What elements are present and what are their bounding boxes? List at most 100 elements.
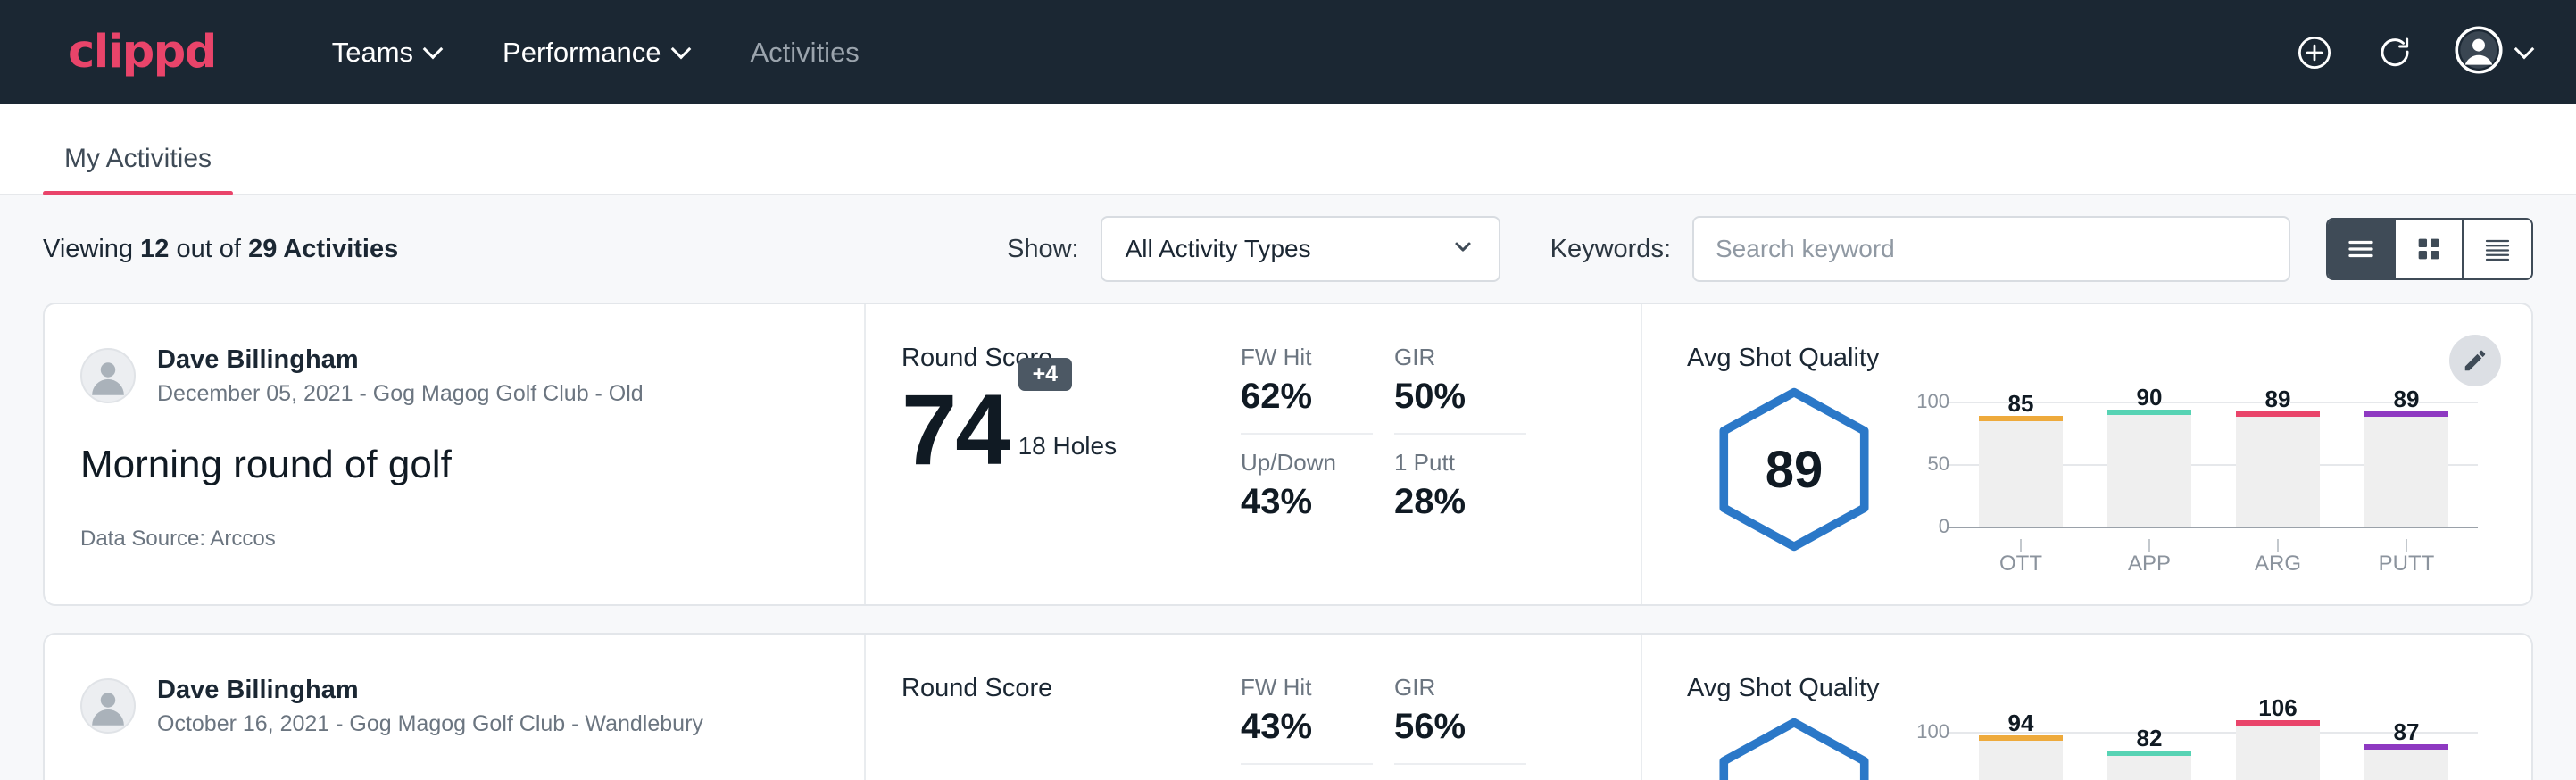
stat-fw-hit: FW Hit 43%: [1241, 674, 1373, 779]
detail-view-button[interactable]: [2464, 220, 2531, 278]
app-header: clippd Teams Performance Activities: [0, 0, 2576, 104]
nav-label-teams: Teams: [332, 37, 413, 69]
nav-item-teams[interactable]: Teams: [302, 28, 472, 78]
stat-label: FW Hit: [1241, 344, 1373, 371]
clippd-logo[interactable]: clippd: [68, 29, 216, 75]
activity-title: Morning round of golf: [80, 443, 828, 487]
activity-data-source: Data Source: Arccos: [80, 527, 828, 552]
activity-type-select[interactable]: All Activity Types: [1101, 216, 1500, 282]
nav-item-performance[interactable]: Performance: [472, 28, 719, 78]
score-to-par-badge: +4: [1018, 358, 1073, 391]
stat-value: 43%: [1241, 482, 1373, 522]
activity-stats: FW Hit 62% GIR 50% Up/Down 43% 1 Putt 28…: [1241, 304, 1642, 604]
bar-value: 89: [2364, 386, 2448, 413]
activities-toolbar: Viewing 12 out of 29 Activities Show: Al…: [43, 195, 2533, 303]
bar-cap: [2107, 410, 2191, 415]
x-label-ott: OTT: [1979, 552, 2063, 577]
account-menu[interactable]: [2455, 26, 2533, 79]
activity-meta: December 05, 2021 - Gog Magog Golf Club …: [157, 379, 644, 409]
y-tick-100: 100: [1916, 390, 1949, 413]
bar-app: 90: [2107, 389, 2191, 539]
list-view-button[interactable]: [2328, 220, 2396, 278]
tab-label: My Activities: [64, 144, 212, 173]
avatar: [80, 348, 136, 403]
refresh-icon[interactable]: [2374, 32, 2415, 73]
round-score-section: Round Score 74 +4 18 Holes: [866, 304, 1241, 604]
bar-cap: [2236, 411, 2320, 417]
quality-score-value: 89: [1766, 440, 1824, 500]
player-name: Dave Billingham: [157, 674, 703, 706]
activity-stats: FW Hit 43% GIR 56%: [1241, 635, 1642, 780]
bar-putt: 87: [2364, 719, 2448, 780]
chart-plot-area: 85 90: [1949, 389, 2478, 539]
avg-shot-quality-label: Avg Shot Quality: [1687, 674, 2478, 703]
activity-card[interactable]: Dave Billingham December 05, 2021 - Gog …: [43, 303, 2533, 606]
activity-info: Dave Billingham December 05, 2021 - Gog …: [45, 304, 866, 604]
search-input-wrapper[interactable]: [1692, 216, 2290, 282]
stat-label: GIR: [1394, 344, 1526, 371]
x-label-arg: ARG: [2236, 552, 2320, 577]
tab-my-activities[interactable]: My Activities: [43, 144, 233, 194]
chart-y-axis: 100 50 0: [1901, 389, 1949, 539]
viewing-count-text: Viewing 12 out of 29 Activities: [43, 235, 398, 264]
player-name: Dave Billingham: [157, 344, 644, 376]
chevron-down-icon: [672, 41, 690, 59]
bar-arg: 106: [2236, 719, 2320, 780]
view-toggle-group: [2326, 218, 2533, 280]
edit-activity-button[interactable]: [2449, 335, 2501, 386]
add-circle-icon[interactable]: [2294, 32, 2335, 73]
stat-gir: GIR 56%: [1394, 674, 1526, 779]
nav-item-activities[interactable]: Activities: [720, 28, 890, 78]
y-tick-100: 100: [1916, 720, 1949, 743]
chart-x-labels: OTT APP ARG PUTT: [1949, 552, 2478, 577]
shot-quality-bar-chart: 100 50 0 94: [1901, 709, 2478, 780]
stat-value: 50%: [1394, 377, 1526, 435]
avg-shot-quality-body: 100 50 0 94: [1687, 709, 2478, 780]
holes-played: 18 Holes: [1018, 432, 1118, 461]
viewing-count: 12: [140, 235, 169, 263]
round-score-value-row: 74 +4 18 Holes: [902, 380, 1241, 480]
round-score-label: Round Score: [902, 674, 1241, 703]
player-row: Dave Billingham October 16, 2021 - Gog M…: [80, 674, 828, 739]
show-label: Show:: [1007, 235, 1079, 264]
chart-x-ticks: [1957, 539, 2471, 552]
grid-view-button[interactable]: [2396, 220, 2464, 278]
activity-meta: October 16, 2021 - Gog Magog Golf Club -…: [157, 709, 703, 739]
bar-arg: 89: [2236, 389, 2320, 539]
keywords-label: Keywords:: [1550, 235, 1671, 264]
avg-shot-quality-section: Avg Shot Quality 89 100 50 0: [1642, 304, 2531, 604]
bar-value: 106: [2236, 694, 2320, 722]
viewing-prefix: Viewing: [43, 235, 133, 263]
chevron-down-icon: [424, 41, 442, 59]
round-score-extra: +4 18 Holes: [1018, 397, 1118, 480]
bar-putt: 89: [2364, 389, 2448, 539]
search-input[interactable]: [1716, 235, 2267, 263]
stat-label: 1 Putt: [1394, 449, 1526, 477]
bar-cap: [2364, 411, 2448, 417]
account-circle-icon: [2455, 26, 2503, 79]
bar-cap: [2107, 751, 2191, 756]
viewing-total: 29 Activities: [248, 235, 398, 263]
nav-label-performance: Performance: [503, 37, 661, 69]
stat-one-putt: 1 Putt 28%: [1394, 449, 1526, 604]
bar-value: 85: [1979, 390, 2063, 418]
bar-ott: 94: [1979, 719, 2063, 780]
stat-label: GIR: [1394, 674, 1526, 701]
activity-card[interactable]: Dave Billingham October 16, 2021 - Gog M…: [43, 633, 2533, 780]
bar-cap: [1979, 735, 2063, 741]
round-score-value: 74: [902, 380, 1010, 480]
bar-value: 90: [2107, 384, 2191, 411]
bar-value: 94: [1979, 709, 2063, 737]
bar-value: 87: [2364, 718, 2448, 746]
stat-value: 43%: [1241, 707, 1373, 765]
y-tick-0: 0: [1939, 515, 1949, 538]
hexagon-icon: [1708, 714, 1880, 780]
x-label-putt: PUTT: [2364, 552, 2448, 577]
pencil-icon: [2462, 347, 2489, 374]
activity-type-value: All Activity Types: [1126, 235, 1311, 263]
toolbar-controls: Show: All Activity Types Keywords:: [1007, 216, 2533, 282]
chart-plot-area: 94 82: [1949, 719, 2478, 780]
tab-strip: My Activities: [0, 104, 2576, 195]
bar-app: 82: [2107, 719, 2191, 780]
avatar: [80, 678, 136, 734]
